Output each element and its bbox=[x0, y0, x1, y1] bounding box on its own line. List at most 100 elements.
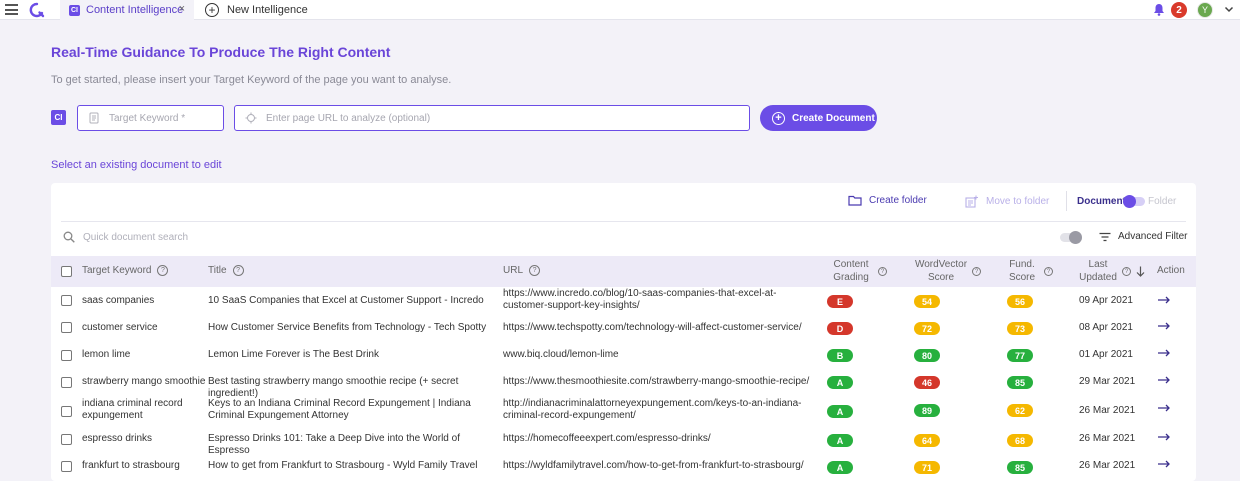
content-grade-badge: B bbox=[827, 349, 853, 362]
tab-content-intelligence[interactable]: CI Content Intelligence × bbox=[60, 0, 194, 20]
row-keyword: espresso drinks bbox=[82, 433, 153, 444]
page-url-input[interactable] bbox=[266, 112, 749, 124]
th-url[interactable]: URL ? bbox=[503, 265, 541, 276]
open-arrow-icon[interactable] bbox=[1157, 375, 1171, 385]
table-row[interactable]: espresso drinks Espresso Drinks 101: Tak… bbox=[51, 426, 1196, 456]
help-icon[interactable]: ? bbox=[1122, 267, 1131, 276]
row-checkbox[interactable] bbox=[61, 377, 72, 388]
plus-circle-icon: + bbox=[772, 111, 785, 125]
create-folder-button[interactable]: Create folder bbox=[848, 195, 927, 206]
fund-score-badge: 68 bbox=[1007, 434, 1033, 447]
help-icon[interactable]: ? bbox=[157, 265, 169, 276]
th-target-keyword-label: Target Keyword bbox=[82, 265, 152, 276]
wordvector-score-badge: 54 bbox=[914, 295, 940, 308]
row-checkbox[interactable] bbox=[61, 434, 72, 445]
move-to-folder-button[interactable]: Move to folder bbox=[965, 195, 1049, 208]
open-arrow-icon[interactable] bbox=[1157, 295, 1171, 305]
sort-down-icon[interactable] bbox=[1136, 266, 1145, 277]
open-arrow-icon[interactable] bbox=[1157, 459, 1171, 469]
hamburger-menu-icon[interactable] bbox=[5, 4, 18, 15]
th-wordvector-score[interactable]: WordVector Score bbox=[909, 258, 973, 284]
row-url[interactable]: https://www.techspotty.com/technology-wi… bbox=[503, 322, 833, 334]
row-title: 10 SaaS Companies that Excel at Customer… bbox=[208, 295, 484, 306]
ci-badge: CI bbox=[51, 110, 66, 125]
help-icon[interactable]: ? bbox=[878, 267, 887, 276]
row-url[interactable]: www.biq.cloud/lemon-lime bbox=[503, 349, 813, 361]
create-folder-label: Create folder bbox=[869, 195, 927, 206]
document-folder-toggle[interactable] bbox=[1123, 195, 1145, 208]
th-updated-line1: Last bbox=[1088, 259, 1108, 270]
filter-toggle[interactable] bbox=[1060, 231, 1082, 244]
th-action: Action bbox=[1157, 265, 1185, 276]
select-all-checkbox[interactable] bbox=[61, 266, 72, 277]
notification-count-badge[interactable]: 2 bbox=[1171, 2, 1187, 18]
help-icon[interactable]: ? bbox=[972, 267, 981, 276]
wordvector-score-badge: 89 bbox=[914, 404, 940, 417]
crosshair-icon bbox=[245, 112, 257, 124]
advanced-filter-button[interactable]: Advanced Filter bbox=[1099, 231, 1187, 242]
fund-score-badge: 85 bbox=[1007, 376, 1033, 389]
ci-tab-badge: CI bbox=[69, 4, 80, 16]
select-existing-label: Select an existing document to edit bbox=[51, 159, 222, 171]
target-keyword-input[interactable] bbox=[109, 112, 223, 124]
row-checkbox[interactable] bbox=[61, 350, 72, 361]
th-fund-line1: Fund. bbox=[1009, 259, 1035, 270]
row-title: How to get from Frankfurt to Strasbourg … bbox=[208, 460, 478, 471]
table-row[interactable]: saas companies 10 SaaS Companies that Ex… bbox=[51, 287, 1196, 315]
create-document-button[interactable]: + Create Document bbox=[760, 105, 877, 131]
table-row[interactable]: frankfurt to strasbourg How to get from … bbox=[51, 453, 1196, 481]
th-target-keyword[interactable]: Target Keyword ? bbox=[82, 265, 169, 276]
table-row[interactable]: lemon lime Lemon Lime Forever is The Bes… bbox=[51, 342, 1196, 370]
row-url[interactable]: https://homecoffeeexpert.com/espresso-dr… bbox=[503, 433, 813, 445]
app-logo-icon[interactable] bbox=[29, 2, 45, 18]
chevron-down-icon[interactable] bbox=[1223, 3, 1235, 15]
quick-search-input[interactable] bbox=[83, 230, 483, 244]
th-fund-score[interactable]: Fund. Score bbox=[1004, 258, 1040, 284]
tab-new-intelligence[interactable]: + New Intelligence bbox=[205, 0, 308, 20]
document-icon bbox=[89, 112, 99, 124]
row-url[interactable]: https://wyldfamilytravel.com/how-to-get-… bbox=[503, 460, 833, 472]
open-arrow-icon[interactable] bbox=[1157, 348, 1171, 358]
row-checkbox[interactable] bbox=[61, 406, 72, 417]
row-last-updated: 01 Apr 2021 bbox=[1079, 349, 1133, 360]
avatar[interactable]: Y bbox=[1197, 2, 1213, 18]
table-row[interactable]: indiana criminal record expungement Keys… bbox=[51, 396, 1196, 426]
table-row[interactable]: strawberry mango smoothie Best tasting s… bbox=[51, 369, 1196, 399]
move-to-folder-label: Move to folder bbox=[986, 196, 1050, 207]
th-title[interactable]: Title ? bbox=[208, 265, 244, 276]
bell-icon[interactable] bbox=[1153, 3, 1165, 16]
plus-circle-icon: + bbox=[205, 3, 219, 17]
row-last-updated: 09 Apr 2021 bbox=[1079, 295, 1133, 306]
th-grading-line2: Grading bbox=[833, 272, 869, 283]
row-keyword: strawberry mango smoothie bbox=[82, 376, 206, 387]
help-icon[interactable]: ? bbox=[232, 265, 244, 276]
row-title: Lemon Lime Forever is The Best Drink bbox=[208, 349, 379, 360]
th-url-label: URL bbox=[503, 265, 524, 276]
row-checkbox[interactable] bbox=[61, 322, 72, 333]
row-url[interactable]: http://indianacriminalattorneyexpungemen… bbox=[503, 398, 825, 422]
open-arrow-icon[interactable] bbox=[1157, 321, 1171, 331]
content-grade-badge: A bbox=[827, 405, 853, 418]
advanced-filter-label: Advanced Filter bbox=[1118, 231, 1188, 242]
row-checkbox[interactable] bbox=[61, 295, 72, 306]
th-last-updated[interactable]: Last Updated bbox=[1078, 258, 1118, 284]
th-fund-line2: Score bbox=[1008, 272, 1036, 283]
row-last-updated: 08 Apr 2021 bbox=[1079, 322, 1133, 333]
content-grade-badge: A bbox=[827, 376, 853, 389]
th-content-grading[interactable]: Content Grading bbox=[830, 258, 872, 284]
open-arrow-icon[interactable] bbox=[1157, 403, 1171, 413]
open-arrow-icon[interactable] bbox=[1157, 432, 1171, 442]
wordvector-score-badge: 46 bbox=[914, 376, 940, 389]
tab-close-icon[interactable]: × bbox=[179, 3, 185, 15]
row-keyword: saas companies bbox=[82, 295, 155, 306]
row-last-updated: 26 Mar 2021 bbox=[1079, 433, 1136, 444]
page-url-field[interactable] bbox=[234, 105, 750, 131]
row-checkbox[interactable] bbox=[61, 461, 72, 472]
table-row[interactable]: customer service How Customer Service Be… bbox=[51, 314, 1196, 342]
help-icon[interactable]: ? bbox=[1044, 267, 1053, 276]
row-url[interactable]: https://www.thesmoothiesite.com/strawber… bbox=[503, 376, 833, 388]
target-keyword-field[interactable] bbox=[77, 105, 224, 131]
help-icon[interactable]: ? bbox=[529, 265, 541, 276]
fund-score-badge: 62 bbox=[1007, 404, 1033, 417]
row-url[interactable]: https://www.incredo.co/blog/10-saas-comp… bbox=[503, 288, 813, 312]
